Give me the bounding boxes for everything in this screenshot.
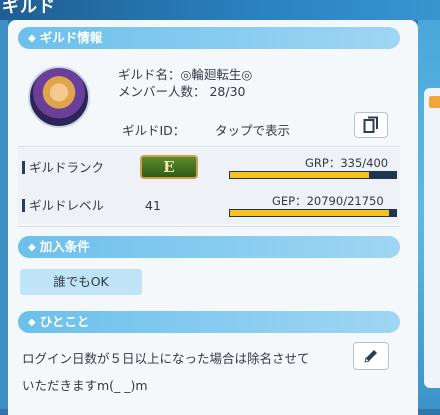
comment-header-label: ひとこと — [39, 314, 90, 329]
diamond-icon: ◆ — [28, 242, 36, 253]
grp-progress-bar — [229, 171, 397, 179]
join-condition-value: 誰でもOK — [20, 269, 142, 295]
guild-level-value: 41 — [145, 198, 161, 213]
pencil-icon — [364, 350, 377, 363]
join-conditions-header: ◆ 加入条件 — [18, 236, 400, 258]
grp-progress-fill — [230, 172, 370, 178]
guild-level-label: ギルドレベル — [22, 199, 104, 212]
copy-icon — [363, 116, 378, 133]
divider — [18, 146, 400, 147]
guild-id-label: ギルドID： — [122, 123, 186, 138]
edit-comment-button[interactable] — [353, 342, 389, 370]
gep-progress-bar — [229, 209, 397, 217]
diamond-icon: ◆ — [28, 33, 36, 44]
gep-text: GEP：20790/21750 — [272, 194, 384, 208]
window-title: ギルド — [2, 0, 56, 17]
comment-header: ◆ ひとこと — [18, 311, 400, 333]
window-title-bar: ギルド — [0, 0, 440, 20]
divider — [18, 226, 400, 227]
side-panel-edge — [424, 88, 440, 388]
grp-text: GRP：335/400 — [305, 156, 389, 170]
guild-info-header: ◆ ギルド情報 — [18, 27, 400, 49]
comment-line-2: いただきますm(_ _)m — [22, 378, 148, 393]
join-conditions-header-label: 加入条件 — [39, 239, 90, 254]
comment-line-1: ログイン日数が５日以上になった場合は除名させて — [22, 351, 310, 366]
background-left — [0, 20, 8, 409]
copy-id-button[interactable] — [354, 112, 388, 138]
guild-info-header-label: ギルド情報 — [39, 30, 103, 45]
gep-progress-fill — [230, 210, 389, 216]
guild-rank-badge: E — [140, 155, 198, 179]
side-panel-tab[interactable] — [429, 96, 440, 108]
diamond-icon: ◆ — [28, 317, 36, 328]
guild-member-count: メンバー人数： 28/30 — [118, 84, 246, 99]
guild-id-reveal-link[interactable]: タップで表示 — [215, 120, 290, 139]
guild-rank-label: ギルドランク — [22, 161, 104, 174]
guild-avatar[interactable] — [28, 66, 90, 128]
